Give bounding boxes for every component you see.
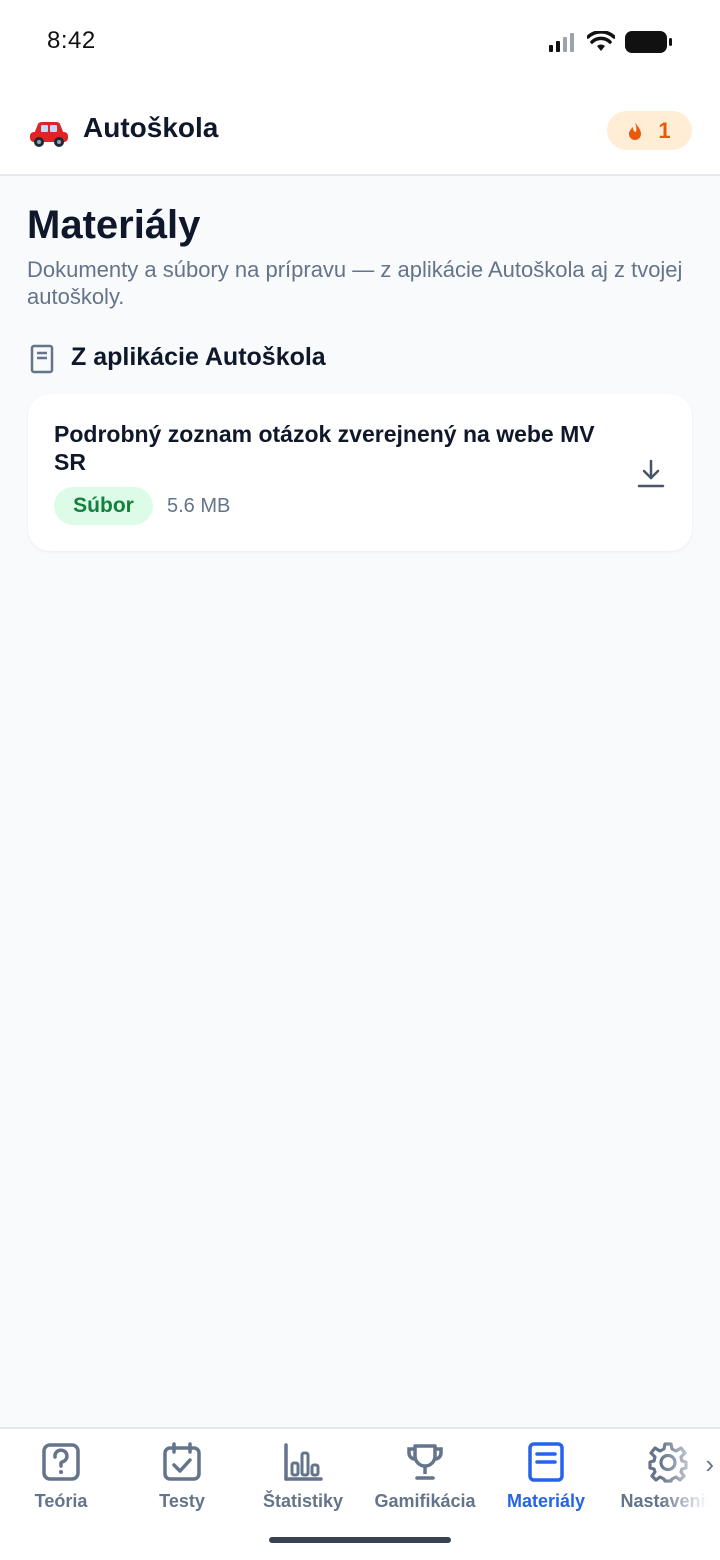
app-header: Autoškola 1 (0, 88, 720, 176)
page-subtitle: Dokumenty a súbory na prípravu — z aplik… (27, 257, 683, 309)
red-car-icon (30, 122, 68, 147)
tab-materialy[interactable]: Materiály (485, 1441, 607, 1521)
page-title: Materiály (27, 203, 201, 247)
wifi-icon (587, 31, 615, 51)
section-title: Z aplikácie Autoškola (71, 343, 326, 371)
tab-label: Testy (159, 1491, 205, 1511)
chevron-right-icon[interactable]: › (705, 1449, 714, 1480)
app-title: Autoškola (83, 112, 219, 143)
book-icon (30, 344, 54, 374)
flame-icon (629, 121, 642, 140)
tab-label: Štatistiky (262, 1491, 344, 1511)
material-card[interactable]: Podrobný zoznam otázok zverejnený na web… (28, 394, 692, 551)
tab-label: Gamifikácia (374, 1491, 476, 1511)
file-size: 5.6 MB (167, 495, 231, 517)
home-indicator (269, 1537, 451, 1543)
tab-statistiky[interactable]: Štatistiky (242, 1441, 364, 1521)
document-icon (528, 1442, 564, 1482)
tab-teoria[interactable]: Teória (0, 1441, 122, 1521)
download-icon[interactable] (636, 458, 666, 490)
tab-gamifikacia[interactable]: Gamifikácia (364, 1441, 486, 1521)
status-icons (549, 30, 673, 54)
question-square-icon (42, 1443, 80, 1481)
material-title: Podrobný zoznam otázok zverejnený na web… (54, 421, 595, 475)
streak-count: 1 (658, 117, 671, 143)
tab-testy[interactable]: Testy (121, 1441, 243, 1521)
calendar-check-icon (163, 1442, 201, 1481)
battery-icon (625, 31, 672, 53)
status-time: 8:42 (47, 27, 96, 54)
status-bar: 8:42 (0, 0, 720, 88)
tab-label: Teória (34, 1491, 88, 1511)
signal-icon (549, 33, 574, 52)
trophy-icon (407, 1444, 443, 1480)
streak-badge[interactable]: 1 (607, 111, 692, 150)
bar-chart-icon (284, 1443, 323, 1481)
tab-label: Materiály (506, 1491, 586, 1511)
file-type-badge: Súbor (54, 487, 153, 525)
